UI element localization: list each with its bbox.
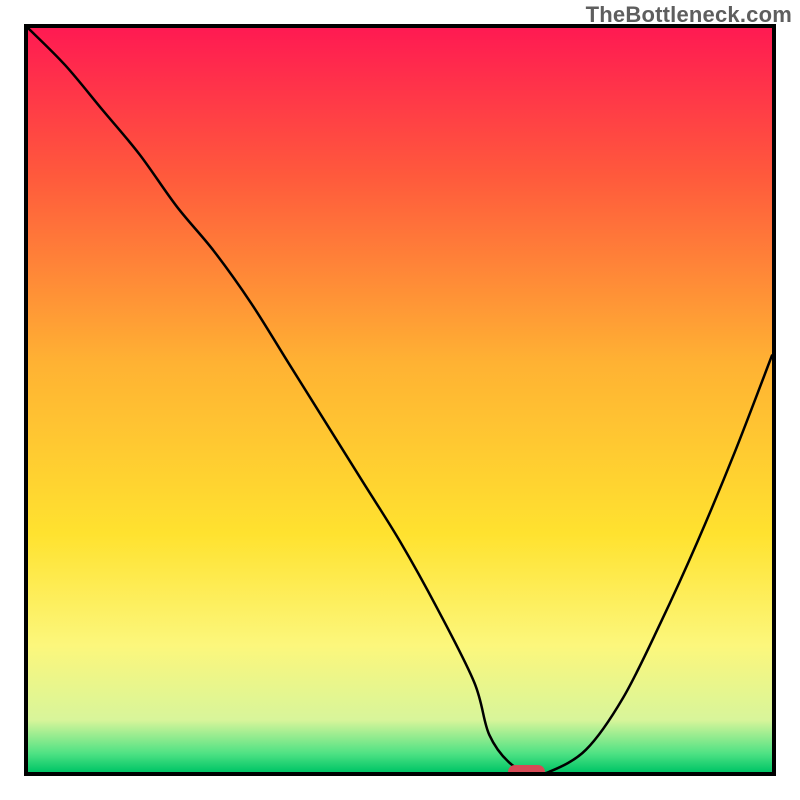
optimum-marker bbox=[508, 765, 545, 776]
plot-frame bbox=[24, 24, 776, 776]
curve-layer bbox=[28, 28, 772, 772]
bottleneck-curve bbox=[28, 28, 772, 772]
chart-stage: TheBottleneck.com bbox=[0, 0, 800, 800]
